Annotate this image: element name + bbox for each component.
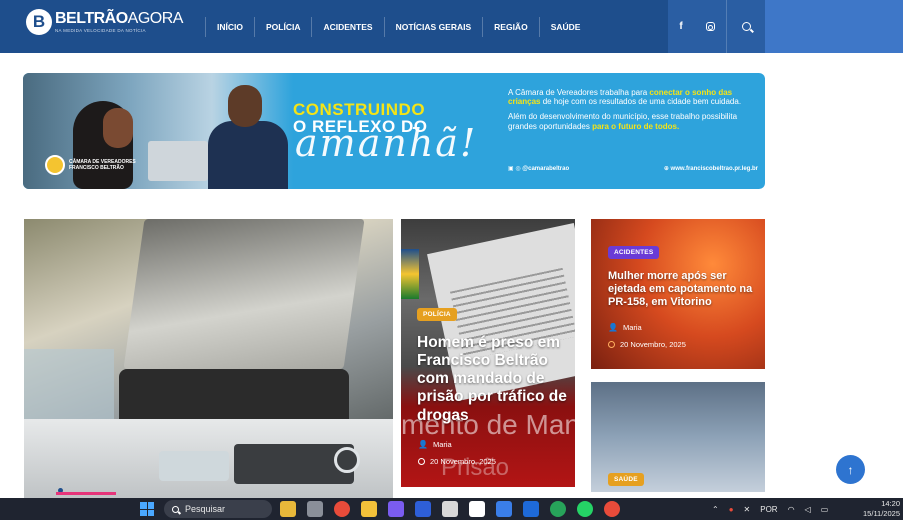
app-b-icon[interactable]	[415, 501, 431, 517]
user-icon: 👤	[418, 440, 428, 449]
taskbar-search[interactable]: Pesquisar	[164, 500, 272, 518]
store-icon[interactable]	[469, 501, 485, 517]
battery-icon[interactable]: ▭	[821, 505, 829, 514]
header-strip	[765, 0, 903, 53]
logo-title: BELTRÃOAGORA	[55, 9, 183, 27]
seal-icon	[45, 155, 65, 175]
man-face	[228, 85, 262, 127]
headline-script: amanhã!	[295, 121, 478, 165]
seal-line-2: FRANCISCO BELTRÃO	[69, 165, 124, 171]
card-title[interactable]: Homem é preso em Francisco Beltrão com m…	[417, 334, 567, 425]
banner-body: A Câmara de Vereadores trabalha para con…	[508, 88, 753, 137]
news-app-icon[interactable]	[442, 501, 458, 517]
chevron-up-icon[interactable]: ⌃	[712, 505, 719, 514]
child-face	[103, 108, 133, 148]
clock-date: 15/11/2025	[863, 508, 900, 518]
category-badge[interactable]: POLÍCIA	[417, 308, 457, 321]
dropbox-icon[interactable]	[523, 501, 539, 517]
mute-icon[interactable]: ✕	[744, 505, 751, 514]
nav-regiao[interactable]: REGIÃO	[482, 16, 539, 37]
volume-icon[interactable]: ◁	[805, 505, 811, 514]
os-taskbar: Pesquisar ⌃ ● ✕ POR ◠ ◁ ▭ 14:20 15/11/20…	[0, 498, 903, 520]
site-header: B BELTRÃOAGORA NA MEDIDA VELOCIDADE DA N…	[0, 0, 903, 53]
banner-footer: ▣ ◎ @camarabeltrao ⊕ www.franciscobeltra…	[508, 165, 758, 172]
file-explorer-icon[interactable]	[361, 501, 377, 517]
laptop-shape	[148, 141, 208, 181]
logo-tagline: NA MEDIDA VELOCIDADE DA NOTÍCIA	[55, 27, 146, 33]
vw-logo-icon	[334, 447, 360, 473]
man-figure	[208, 121, 288, 189]
system-tray: ⌃ ● ✕ POR ◠ ◁ ▭	[712, 498, 838, 520]
nav-saude[interactable]: SAÚDE	[538, 16, 592, 37]
security-icon[interactable]: ●	[729, 505, 734, 514]
category-badge[interactable]: ACIDENTES	[608, 246, 660, 259]
card-author: 👤 Maria	[608, 323, 642, 332]
card-date: 20 Novembro, 2025	[418, 457, 496, 466]
taskbar-clock[interactable]: 14:20 15/11/2025	[858, 499, 900, 519]
user-icon: 👤	[608, 323, 618, 332]
taskbar-search-label: Pesquisar	[185, 504, 226, 514]
copilot-icon[interactable]	[388, 501, 404, 517]
banner-site: ⊕ www.franciscobeltrao.pr.leg.br	[663, 166, 758, 172]
ad-banner[interactable]: CÂMARA DE VEREADORES FRANCISCO BELTRÃO C…	[23, 73, 765, 189]
nav-inicio[interactable]: INÍCIO	[205, 16, 254, 37]
card-title[interactable]: Mulher morre após ser ejetada em capotam…	[608, 270, 760, 309]
chrome-profile-icon[interactable]	[604, 501, 620, 517]
instagram-icon[interactable]	[705, 22, 715, 31]
nav-acidentes[interactable]: ACIDENTES	[311, 16, 383, 37]
windows-start-icon[interactable]	[140, 502, 154, 516]
edge-icon[interactable]	[550, 501, 566, 517]
mail-icon[interactable]	[496, 501, 512, 517]
task-view-icon[interactable]	[307, 501, 323, 517]
nav-policia[interactable]: POLÍCIA	[253, 16, 311, 37]
widgets-icon[interactable]	[280, 501, 296, 517]
main-nav: INÍCIO POLÍCIA ACIDENTES NOTÍCIAS GERAIS…	[205, 0, 591, 53]
facebook-icon[interactable]: f	[679, 21, 682, 32]
headline-line-1: CONSTRUINDO	[293, 100, 426, 119]
site-logo[interactable]: B BELTRÃOAGORA NA MEDIDA VELOCIDADE DA N…	[26, 9, 183, 35]
logo-b-icon: B	[26, 9, 52, 35]
news-card-main[interactable]	[24, 219, 393, 499]
chrome-icon[interactable]	[334, 501, 350, 517]
social-links: f	[668, 0, 726, 53]
search-icon	[741, 22, 751, 31]
search-button[interactable]	[726, 0, 765, 53]
car-headlight	[159, 451, 229, 481]
browser-page: B BELTRÃOAGORA NA MEDIDA VELOCIDADE DA N…	[0, 0, 903, 520]
crest-icon	[401, 249, 419, 299]
card-date: 20 Novembro, 2025	[608, 340, 686, 349]
news-card-acidentes[interactable]: ACIDENTES Mulher morre após ser ejetada …	[591, 219, 765, 369]
banner-paragraph-1: A Câmara de Vereadores trabalha para con…	[508, 88, 742, 107]
clock-time: 14:20	[881, 499, 900, 508]
banner-handle: ▣ ◎ @camarabeltrao	[508, 166, 570, 172]
news-card-policia[interactable]: mento de Mand Prisão POLÍCIA Homem é pre…	[401, 219, 575, 487]
scroll-top-button[interactable]: ↑	[836, 455, 865, 484]
card-author: 👤 Maria	[418, 440, 452, 449]
clock-icon	[418, 458, 425, 465]
arrow-up-icon: ↑	[847, 462, 854, 477]
camara-seal: CÂMARA DE VEREADORES FRANCISCO BELTRÃO	[45, 155, 136, 175]
language-indicator[interactable]: POR	[760, 505, 777, 514]
clock-icon	[608, 341, 615, 348]
nav-noticias-gerais[interactable]: NOTÍCIAS GERAIS	[383, 16, 483, 37]
taskbar-apps	[280, 501, 631, 517]
car-hood	[123, 219, 365, 369]
wifi-icon[interactable]: ◠	[788, 505, 795, 514]
banner-paragraph-2: Além do desenvolvimento do município, es…	[508, 112, 738, 131]
category-badge[interactable]: SAÚDE	[608, 473, 644, 486]
whatsapp-icon[interactable]	[577, 501, 593, 517]
carousel-progress	[56, 492, 116, 495]
search-icon	[172, 505, 179, 513]
news-card-saude[interactable]: SAÚDE	[591, 382, 765, 492]
